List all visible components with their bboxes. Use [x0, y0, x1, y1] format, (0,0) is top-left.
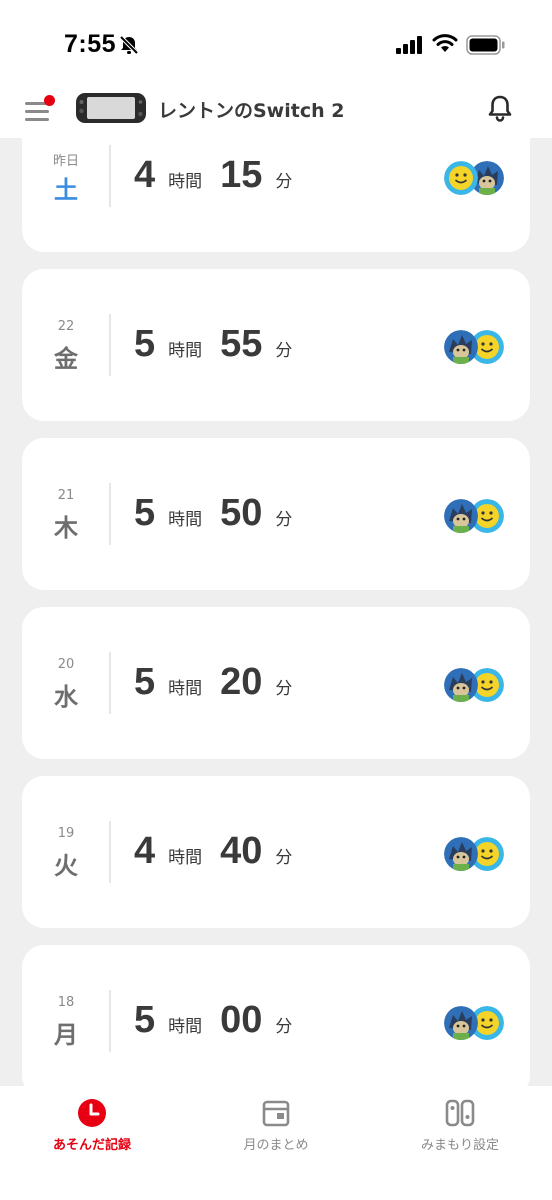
nav-item-play-history[interactable]: あそんだ記録: [0, 1086, 184, 1200]
hedgehog-avatar: [444, 499, 478, 533]
minutes-unit: 分: [275, 848, 293, 868]
hours-value: 4: [134, 154, 156, 196]
hours-value: 5: [134, 492, 156, 534]
minutes-value: 20: [220, 661, 263, 703]
battery-icon: [466, 35, 505, 55]
player-avatars: [444, 330, 506, 366]
hours-value: 5: [134, 999, 156, 1041]
hours-unit: 時間: [168, 341, 203, 361]
hours-value: 5: [134, 323, 156, 365]
hedgehog-avatar: [444, 330, 478, 364]
nav-label: あそんだ記録: [52, 1138, 131, 1153]
player-avatars: [444, 499, 506, 535]
hours-unit: 時間: [168, 679, 203, 699]
signal-icon: [396, 36, 422, 54]
minutes-value: 55: [220, 323, 263, 365]
play-time: 5 時間 00 分: [134, 999, 292, 1043]
day-card-wed[interactable]: 20 水 5 時間 20 分: [22, 607, 530, 759]
bottom-nav: あそんだ記録 月のまとめ みまもり設定: [0, 1086, 552, 1200]
app-header: レントンのSwitch 2: [0, 82, 552, 138]
bell-icon[interactable]: [484, 92, 516, 124]
player-avatars: [444, 161, 506, 197]
day-weekday: 土: [54, 176, 78, 204]
smiley-avatar: [444, 161, 478, 195]
day-date: 21: [57, 488, 75, 503]
wifi-icon: [432, 34, 458, 52]
player-avatars: [444, 1006, 506, 1042]
device-name[interactable]: レントンのSwitch 2: [158, 96, 344, 123]
play-time: 5 時間 20 分: [134, 661, 292, 705]
player-avatars: [444, 837, 506, 873]
play-time: 4 時間 15 分: [134, 154, 292, 198]
day-weekday: 火: [54, 852, 78, 880]
day-card-tue[interactable]: 19 火 4 時間 40 分: [22, 776, 530, 928]
minutes-value: 15: [220, 154, 263, 196]
divider: [109, 145, 111, 207]
status-bar: 7:55: [0, 0, 552, 82]
bell-slash-icon: [119, 35, 139, 55]
play-time: 5 時間 50 分: [134, 492, 292, 536]
switch-console-icon[interactable]: [76, 92, 146, 124]
hedgehog-avatar: [444, 837, 478, 871]
day-date: 22: [57, 319, 75, 334]
day-weekday: 木: [54, 514, 78, 542]
minutes-value: 50: [220, 492, 263, 534]
divider: [109, 821, 111, 883]
divider: [109, 652, 111, 714]
calendar-icon: [262, 1100, 290, 1127]
hedgehog-avatar: [444, 1006, 478, 1040]
nav-item-parental-settings[interactable]: みまもり設定: [368, 1086, 552, 1200]
hours-unit: 時間: [168, 848, 203, 868]
minutes-value: 40: [220, 830, 263, 872]
minutes-unit: 分: [275, 341, 293, 361]
nav-label: 月のまとめ: [243, 1138, 309, 1153]
day-date: 20: [57, 657, 75, 672]
nav-item-monthly-summary[interactable]: 月のまとめ: [184, 1086, 368, 1200]
divider: [109, 990, 111, 1052]
hours-unit: 時間: [168, 510, 203, 530]
clock-icon: [78, 1099, 106, 1127]
switch-console-icon: [445, 1099, 475, 1127]
day-card-sat[interactable]: 昨日 土 4 時間 15 分: [22, 138, 530, 252]
minutes-unit: 分: [275, 1017, 293, 1037]
player-avatars: [444, 668, 506, 704]
day-weekday: 水: [54, 683, 78, 711]
hedgehog-avatar: [444, 668, 478, 702]
status-time: 7:55: [64, 30, 117, 58]
minutes-unit: 分: [275, 510, 293, 530]
day-card-thu[interactable]: 21 木 5 時間 50 分: [22, 438, 530, 590]
divider: [109, 314, 111, 376]
menu-button[interactable]: [22, 94, 56, 124]
hours-value: 5: [134, 661, 156, 703]
hours-unit: 時間: [168, 1017, 203, 1037]
minutes-value: 00: [220, 999, 263, 1041]
minutes-unit: 分: [275, 679, 293, 699]
day-card-mon[interactable]: 18 月 5 時間 00 分: [22, 945, 530, 1086]
play-time: 5 時間 55 分: [134, 323, 292, 367]
day-card-fri[interactable]: 22 金 5 時間 55 分: [22, 269, 530, 421]
day-weekday: 金: [54, 345, 78, 373]
minutes-unit: 分: [275, 172, 293, 192]
day-date: 19: [57, 826, 75, 841]
nav-label: みまもり設定: [420, 1138, 499, 1153]
day-date: 18: [57, 995, 75, 1010]
hours-unit: 時間: [168, 172, 203, 192]
day-list[interactable]: 昨日 土 4 時間 15 分 22 金 5 時間 55 分 21 木 5 時間 …: [0, 138, 552, 1086]
day-weekday: 月: [54, 1021, 78, 1049]
day-date: 昨日: [52, 154, 79, 169]
divider: [109, 483, 111, 545]
play-time: 4 時間 40 分: [134, 830, 292, 874]
hours-value: 4: [134, 830, 156, 872]
notification-dot: [44, 95, 55, 106]
